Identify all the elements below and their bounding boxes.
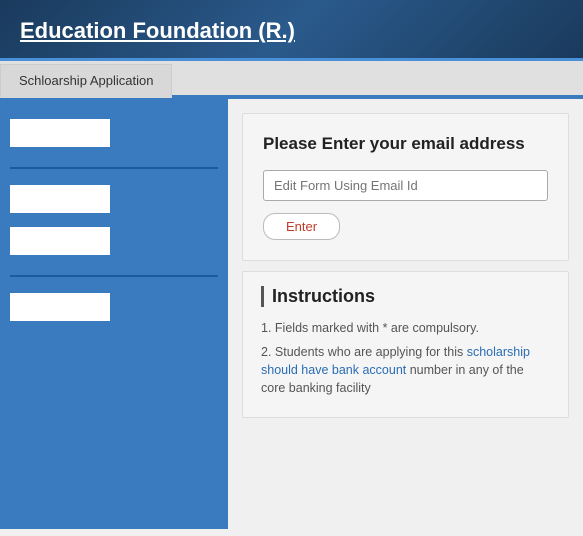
sidebar-input-3[interactable] [10,227,110,255]
email-box-title: Please Enter your email address [263,132,548,156]
tab-scholarship-application[interactable]: Schloarship Application [0,64,172,98]
instructions-box: Instructions 1. Fields marked with * are… [242,271,569,419]
email-box: Please Enter your email address Enter [242,113,569,261]
right-content: Please Enter your email address Enter In… [228,99,583,529]
tab-bar: Schloarship Application [0,61,583,99]
instruction-item-2: 2. Students who are applying for this sc… [261,343,550,397]
instruction-item-1: 1. Fields marked with * are compulsory. [261,319,550,337]
sidebar [0,99,228,529]
sidebar-input-4[interactable] [10,293,110,321]
email-input[interactable] [263,170,548,201]
sidebar-divider-2 [10,275,218,277]
sidebar-input-1[interactable] [10,119,110,147]
tab-spacer [172,61,583,97]
instructions-title: Instructions [261,286,550,307]
instruction-text-1: Fields marked with * are compulsory. [275,321,479,335]
sidebar-divider-1 [10,167,218,169]
instructions-list: 1. Fields marked with * are compulsory. … [261,319,550,398]
instruction-text-before-2: Students who are applying for this [275,345,463,359]
sidebar-input-2[interactable] [10,185,110,213]
header: Education Foundation (R.) [0,0,583,61]
header-title: Education Foundation (R.) [20,18,295,43]
instruction-num-1: 1. [261,321,271,335]
enter-button[interactable]: Enter [263,213,340,240]
instruction-num-2: 2. [261,345,271,359]
main-content: Please Enter your email address Enter In… [0,99,583,529]
